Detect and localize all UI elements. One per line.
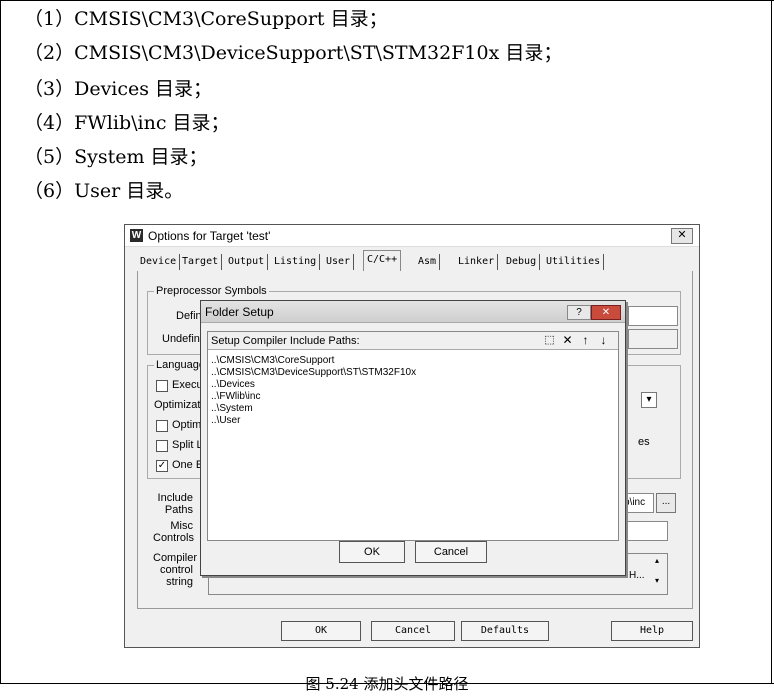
misc-controls-input[interactable]	[622, 521, 668, 541]
tab-asm[interactable]: Asm	[415, 254, 441, 270]
move-up-icon[interactable]: ↑	[578, 333, 593, 347]
include-paths-header-label: Setup Compiler Include Paths:	[211, 335, 360, 347]
page-border-top	[0, 0, 774, 1]
folder-setup-close-button[interactable]: ✕	[591, 305, 621, 320]
tab-debug[interactable]: Debug	[503, 254, 541, 270]
include-label-2: Paths	[164, 504, 193, 516]
doc-line-5: （5）System 目录；	[24, 146, 208, 168]
one-elf-checkbox[interactable]: ✓	[156, 460, 168, 472]
folder-setup-titlebar[interactable]: Folder Setup ? ✕	[201, 301, 625, 323]
preprocessor-group-label: Preprocessor Symbols	[154, 285, 269, 297]
compiler-scroll-up-icon[interactable]: ▴	[655, 556, 659, 565]
tab-device[interactable]: Device	[137, 254, 181, 270]
options-ok-button[interactable]: OK	[281, 621, 361, 641]
folder-setup-dialog: Folder Setup ? ✕ Setup Compiler Include …	[200, 300, 626, 576]
undefine-input[interactable]	[628, 329, 678, 349]
compiler-string-tail: H...	[629, 570, 645, 581]
optimize-checkbox[interactable]	[156, 420, 168, 432]
figure-caption: 图 5.24 添加头文件路径	[305, 675, 469, 693]
tab-c-cpp[interactable]: C/C++	[363, 250, 402, 271]
optimize-label: Optim	[172, 419, 202, 431]
compiler-label-1: Compiler	[153, 552, 198, 564]
path-item[interactable]: ..\System	[211, 403, 253, 414]
folder-setup-cancel-button[interactable]: Cancel	[415, 541, 487, 563]
delete-icon[interactable]: ✕	[560, 333, 575, 347]
include-label-1: Include	[157, 492, 193, 504]
include-paths-input[interactable]: b\inc	[622, 493, 654, 513]
options-dialog-title: Options for Target 'test'	[148, 229, 271, 243]
doc-line-4: （4）FWlib\inc 目录；	[24, 112, 230, 134]
doc-line-2: （2）CMSIS\CM3\DeviceSupport\ST\STM32F10x …	[24, 42, 563, 64]
tab-utilities[interactable]: Utilities	[543, 254, 605, 270]
compiler-label-2: control	[159, 564, 193, 576]
options-cancel-button[interactable]: Cancel	[371, 621, 455, 641]
path-item[interactable]: ..\User	[211, 415, 240, 426]
compiler-label-3: string	[166, 576, 193, 588]
folder-setup-title: Folder Setup	[205, 305, 274, 319]
tab-user[interactable]: User	[323, 254, 355, 270]
page-border-right	[771, 0, 772, 683]
doc-line-6: （6）User 目录。	[24, 180, 184, 202]
include-paths-panel: Setup Compiler Include Paths: ⬚ ✕ ↑ ↓ ..…	[207, 331, 619, 541]
tab-linker[interactable]: Linker	[455, 254, 499, 270]
execute-checkbox[interactable]	[156, 380, 168, 392]
language-group-label: Language	[154, 359, 207, 371]
define-input[interactable]	[628, 306, 678, 326]
move-down-icon[interactable]: ↓	[596, 333, 611, 347]
doc-line-3: （3）Devices 目录；	[24, 78, 213, 100]
options-defaults-button[interactable]: Defaults	[461, 621, 549, 641]
language-dropdown-arrow[interactable]: ▾	[641, 392, 657, 408]
tab-target[interactable]: Target	[179, 254, 223, 270]
misc-label-1: Misc	[170, 520, 193, 532]
folder-setup-help-button[interactable]: ?	[567, 305, 591, 320]
path-item[interactable]: ..\CMSIS\CM3\DeviceSupport\ST\STM32F10x	[211, 367, 416, 378]
split-checkbox[interactable]	[156, 440, 168, 452]
include-paths-header: Setup Compiler Include Paths: ⬚ ✕ ↑ ↓	[208, 332, 618, 350]
language-right-label: es	[638, 436, 650, 448]
compiler-scroll-down-icon[interactable]: ▾	[655, 576, 659, 585]
include-paths-browse-button[interactable]: ...	[656, 493, 676, 513]
tab-output[interactable]: Output	[225, 254, 269, 270]
keil-app-icon: W	[130, 229, 143, 242]
options-tab-strip: Device Target Output Listing User C/C++ …	[137, 250, 697, 272]
options-titlebar[interactable]: W Options for Target 'test' ✕	[125, 225, 699, 247]
path-item[interactable]: ..\FWlib\inc	[211, 391, 260, 402]
options-close-button[interactable]: ✕	[671, 228, 693, 244]
options-help-button[interactable]: Help	[611, 621, 693, 641]
tab-listing[interactable]: Listing	[271, 254, 321, 270]
doc-line-1: （1）CMSIS\CM3\CoreSupport 目录；	[24, 8, 388, 30]
folder-setup-ok-button[interactable]: OK	[339, 541, 405, 563]
page-border-left	[0, 0, 1, 683]
path-item[interactable]: ..\CMSIS\CM3\CoreSupport	[211, 355, 334, 366]
misc-label-2: Controls	[153, 532, 194, 544]
path-item[interactable]: ..\Devices	[211, 379, 255, 390]
new-folder-icon[interactable]: ⬚	[542, 333, 557, 347]
one-elf-label: One E	[172, 459, 204, 471]
execute-label: Execu	[172, 379, 203, 391]
split-label: Split L	[172, 439, 203, 451]
